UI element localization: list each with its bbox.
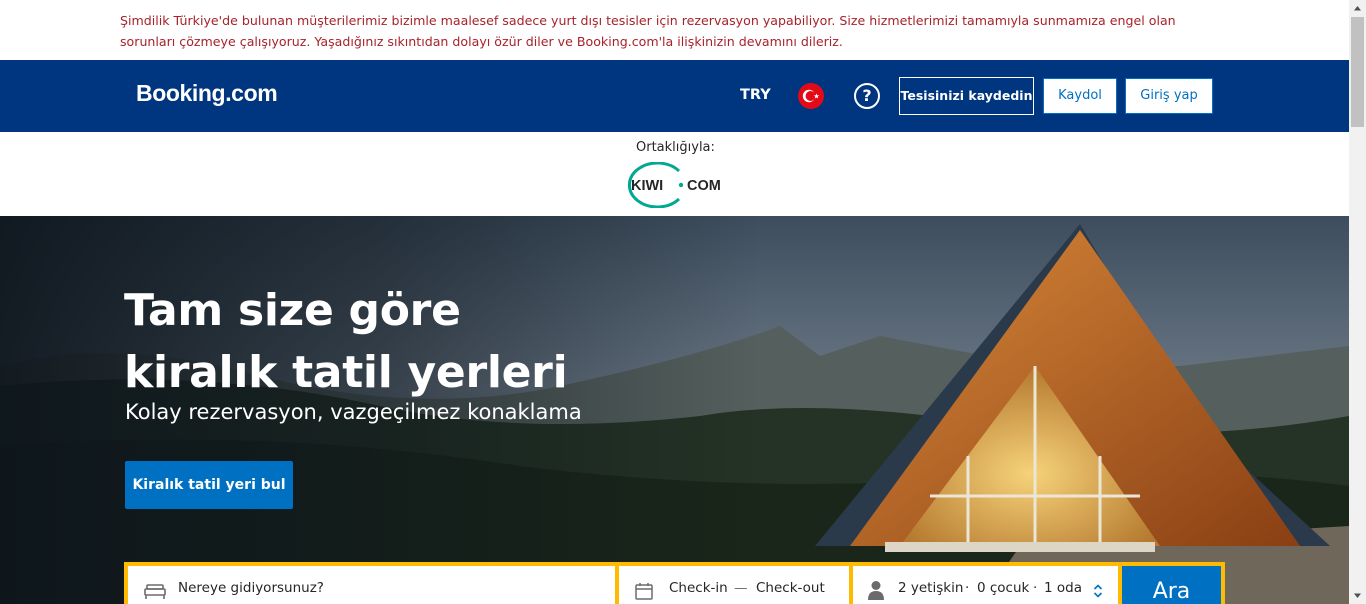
hero-banner: Tam size göre kiralık tatil yerleri Kola… bbox=[0, 216, 1349, 604]
partner-label: Ortaklığıyla: bbox=[636, 140, 715, 155]
kiwi-logo-text: KIWI bbox=[631, 178, 663, 194]
checkout-label: Check-out bbox=[756, 580, 825, 596]
date-field[interactable]: Check-in — Check-out bbox=[619, 566, 849, 604]
calendar-icon bbox=[635, 583, 653, 600]
destination-field[interactable]: Nereye gidiyorsunuz? bbox=[128, 566, 615, 604]
rooms-count: 1 oda bbox=[1044, 580, 1082, 596]
register-button[interactable]: Kaydol bbox=[1043, 78, 1117, 114]
turkey-flag-icon[interactable] bbox=[798, 83, 824, 109]
booking-logo[interactable]: Booking.com bbox=[136, 80, 278, 107]
date-separator: — bbox=[734, 580, 748, 596]
search-button[interactable]: Ara bbox=[1122, 566, 1221, 604]
crescent-star-icon bbox=[802, 89, 820, 103]
guests-separator-2: · bbox=[1033, 580, 1038, 596]
notice-text: Şimdilik Türkiye'de bulunan müşterilerim… bbox=[120, 13, 1176, 49]
scrollbar-thumb[interactable] bbox=[1351, 17, 1364, 127]
guests-field[interactable]: 2 yetişkin · 0 çocuk · 1 oda bbox=[853, 566, 1118, 604]
children-count: 0 çocuk bbox=[977, 580, 1030, 596]
header: Booking.com TRY ? Tesisinizi kaydedin Ka… bbox=[0, 60, 1349, 132]
list-property-button[interactable]: Tesisinizi kaydedin bbox=[899, 77, 1034, 115]
adults-count: 2 yetişkin bbox=[898, 580, 964, 596]
currency-selector[interactable]: TRY bbox=[740, 87, 771, 103]
bed-icon bbox=[144, 584, 166, 599]
question-circle-icon[interactable]: ? bbox=[854, 83, 880, 109]
person-icon bbox=[868, 581, 884, 600]
find-rental-button[interactable]: Kiralık tatil yeri bul bbox=[125, 461, 293, 509]
up-down-chevron-icon[interactable] bbox=[1093, 583, 1103, 599]
kiwi-logo-com: COM bbox=[687, 178, 721, 194]
notice-banner: Şimdilik Türkiye'de bulunan müşterilerim… bbox=[0, 0, 1349, 60]
page: Şimdilik Türkiye'de bulunan müşterilerim… bbox=[0, 0, 1349, 604]
sign-in-button[interactable]: Giriş yap bbox=[1125, 78, 1213, 114]
destination-placeholder: Nereye gidiyorsunuz? bbox=[178, 580, 324, 596]
search-bar: Nereye gidiyorsunuz? Check-in — Check-ou… bbox=[124, 562, 1225, 604]
guests-separator-1: · bbox=[965, 580, 970, 596]
partner-strip: Ortaklığıyla: KIWI COM bbox=[0, 132, 1349, 216]
checkin-label: Check-in bbox=[669, 580, 728, 596]
kiwi-logo-mark: KIWI COM bbox=[627, 161, 721, 209]
hero-title-line1: Tam size göre bbox=[124, 285, 461, 336]
hero-title: Tam size göre kiralık tatil yerleri bbox=[124, 280, 644, 404]
kiwi-logo[interactable]: KIWI COM bbox=[623, 161, 733, 209]
vertical-scrollbar[interactable] bbox=[1349, 0, 1366, 604]
hero-title-line2: kiralık tatil yerleri bbox=[124, 347, 568, 398]
scroll-up-arrow-icon[interactable] bbox=[1349, 0, 1366, 17]
scroll-down-arrow-icon[interactable] bbox=[1349, 587, 1366, 604]
hero-subtitle: Kolay rezervasyon, vazgeçilmez konaklama bbox=[125, 400, 582, 424]
